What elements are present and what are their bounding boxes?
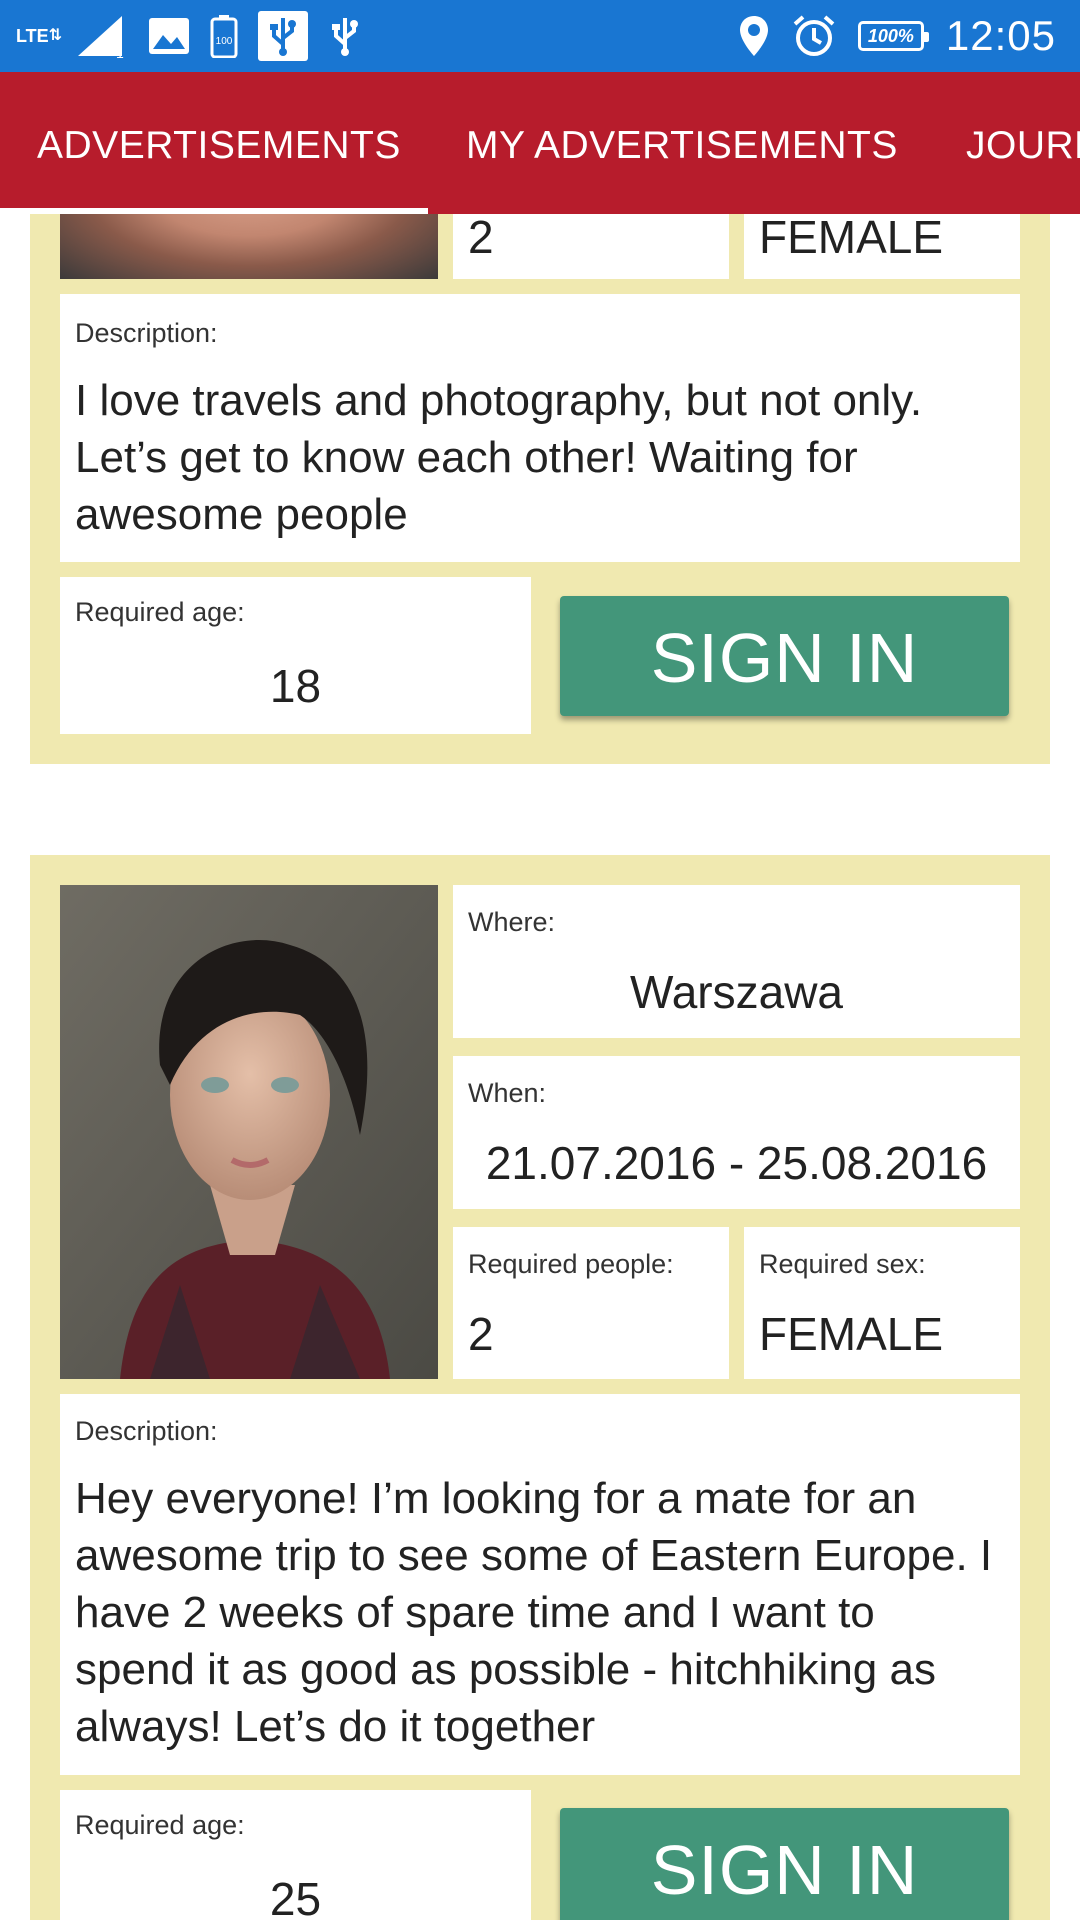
required-people-box: Required people: 2 bbox=[453, 1227, 729, 1379]
status-bar: LTE ⇅ 1 100 100% 12:05 bbox=[0, 0, 1080, 72]
tab-advertisements[interactable]: ADVERTISEMENTS bbox=[37, 72, 401, 214]
required-people-value: 2 bbox=[468, 214, 494, 263]
description-text: I love travels and photography, but not … bbox=[75, 376, 923, 539]
where-value: Warszawa bbox=[630, 966, 843, 1018]
svg-text:1: 1 bbox=[116, 45, 124, 58]
required-sex-box: Required sex: FEMALE bbox=[744, 1227, 1020, 1379]
required-people-value: 2 bbox=[468, 1308, 494, 1360]
description-label: Description: bbox=[75, 318, 218, 348]
required-sex-label: Required sex: bbox=[759, 1249, 926, 1279]
required-sex-value: FEMALE bbox=[759, 1308, 944, 1360]
battery-icon: 100% bbox=[857, 21, 929, 51]
required-sex-value: FEMALE bbox=[759, 214, 944, 263]
svg-text:100: 100 bbox=[216, 36, 233, 47]
required-age-label: Required age: bbox=[75, 1810, 245, 1840]
required-age-box: Required age: 25 bbox=[60, 1790, 531, 1920]
advertisement-card: Where: Warszawa When: 21.07.2016 - 25.08… bbox=[30, 855, 1050, 1920]
sign-in-button[interactable]: SIGN IN bbox=[560, 596, 1009, 716]
description-box: Description: I love travels and photogra… bbox=[60, 294, 1020, 562]
description-label: Description: bbox=[75, 1416, 218, 1446]
when-box: When: 21.07.2016 - 25.08.2016 bbox=[453, 1056, 1020, 1209]
usb-icon bbox=[328, 14, 362, 58]
required-age-value: 18 bbox=[269, 660, 322, 712]
where-label: Where: bbox=[468, 907, 556, 937]
required-age-label: Required age: bbox=[75, 597, 245, 627]
tab-journeys[interactable]: JOURNEYS bbox=[966, 72, 1080, 214]
usb-icon bbox=[258, 11, 308, 61]
required-people-box: 2 bbox=[453, 214, 729, 279]
required-age-value: 25 bbox=[269, 1873, 322, 1920]
description-text: Hey everyone! I’m looking for a mate for… bbox=[75, 1474, 993, 1751]
signal-icon: 1 bbox=[76, 14, 128, 58]
description-box: Description: Hey everyone! I’m looking f… bbox=[60, 1394, 1020, 1775]
where-box: Where: Warszawa bbox=[453, 885, 1020, 1038]
alarm-icon bbox=[792, 14, 836, 58]
advertisement-card: 2 FEMALE Description: I love travels and… bbox=[30, 214, 1050, 764]
clock: 12:05 bbox=[945, 12, 1056, 59]
required-age-box: Required age: 18 bbox=[60, 577, 531, 734]
image-icon bbox=[148, 17, 190, 55]
advertisement-list[interactable]: 2 FEMALE Description: I love travels and… bbox=[0, 214, 1080, 1920]
required-people-label: Required people: bbox=[468, 1249, 674, 1279]
required-sex-box: FEMALE bbox=[744, 214, 1020, 279]
lte-icon: LTE ⇅ bbox=[15, 26, 63, 46]
when-value: 21.07.2016 - 25.08.2016 bbox=[485, 1137, 988, 1189]
tab-my-advertisements[interactable]: MY ADVERTISEMENTS bbox=[466, 72, 898, 214]
when-label: When: bbox=[468, 1078, 547, 1108]
tab-bar: ADVERTISEMENTS MY ADVERTISEMENTS JOURNEY… bbox=[0, 72, 1080, 214]
sign-in-button[interactable]: SIGN IN bbox=[560, 1808, 1009, 1920]
profile-photo[interactable] bbox=[60, 885, 438, 1379]
profile-photo[interactable] bbox=[60, 214, 438, 279]
location-icon bbox=[738, 15, 770, 57]
battery-saver-icon: 100 bbox=[210, 14, 238, 58]
